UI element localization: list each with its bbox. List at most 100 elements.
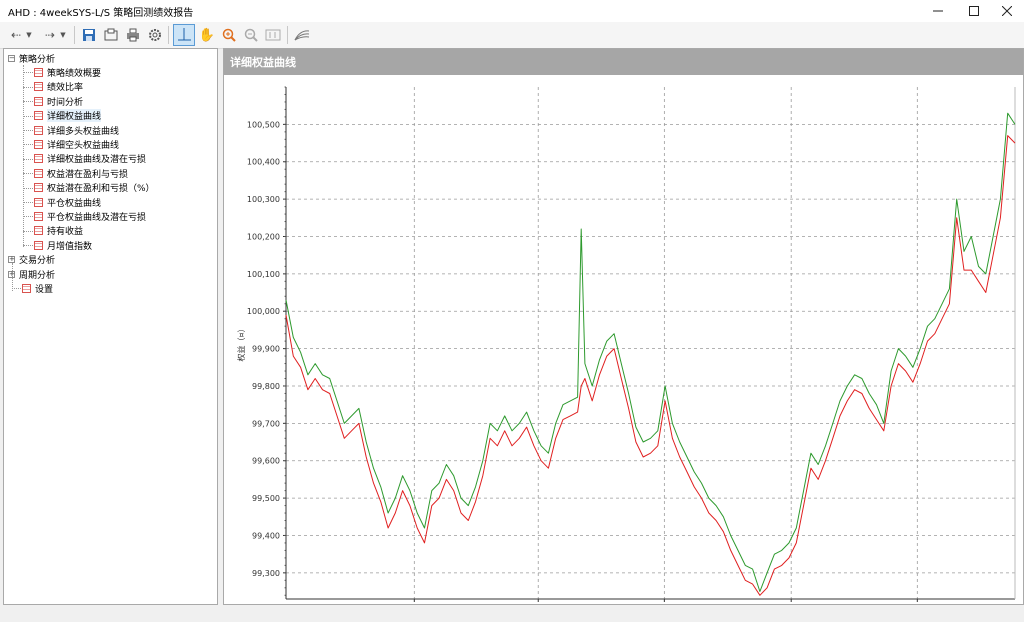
crosshair-tool-button[interactable]: [173, 24, 195, 46]
print-button[interactable]: [123, 25, 143, 45]
chevron-down-icon: ▼: [60, 31, 66, 39]
tree-item-12[interactable]: 持有收益: [34, 224, 83, 238]
arrow-left-icon: ⇠: [10, 28, 22, 42]
report-page-icon: [34, 226, 43, 236]
tree-item-label: 持有收益: [47, 227, 84, 238]
tree-item-4[interactable]: 详细权益曲线: [34, 109, 102, 123]
series-line-low: [285, 135, 1016, 596]
forward-button[interactable]: ⇢: [40, 25, 60, 45]
report-page-icon: [34, 211, 43, 221]
chevron-down-icon: ▼: [26, 31, 32, 39]
tree-connector: [12, 288, 21, 290]
tree-connector: [23, 144, 33, 146]
toolbar-separator: [168, 26, 169, 44]
pan-tool-button[interactable]: ✋: [197, 25, 217, 45]
status-bar: [0, 605, 1024, 622]
crosshair-icon: [178, 28, 191, 41]
y-tick-label: 99,700: [252, 419, 280, 428]
y-tick-label: 99,800: [252, 382, 280, 391]
chart-style-icon: [294, 30, 310, 41]
tree-item-2[interactable]: 绩效比率: [34, 80, 83, 94]
save-button[interactable]: [79, 25, 99, 45]
export-icon: [104, 28, 118, 41]
gear-icon: [149, 29, 161, 41]
tree-item-label: 交易分析: [19, 256, 56, 267]
tree-item-3[interactable]: 时间分析: [34, 94, 83, 108]
tree-item-label: 设置: [35, 284, 54, 295]
tree-connector: [23, 65, 24, 247]
tree-item-label: 策略绩效概要: [47, 68, 102, 79]
report-page-icon: [34, 139, 43, 149]
y-tick-label: 100,000: [247, 307, 280, 316]
equity-curve-chart[interactable]: 99,300 99,400 99,500 99,600 99,700 99,800 99,9…: [224, 75, 1023, 604]
series-line-high: [285, 112, 1016, 592]
report-page-icon: [34, 96, 43, 106]
tree-connector: [23, 173, 33, 175]
tree-group-period-analysis[interactable]: + 周期分析: [8, 267, 55, 281]
y-tick-label: 100,500: [247, 120, 280, 129]
tree-connector: [23, 216, 33, 218]
tree-item-6[interactable]: 详细空头权益曲线: [34, 137, 119, 151]
tree-connector: [23, 130, 33, 131]
tree-item-7[interactable]: 详细权益曲线及潜在亏损: [34, 152, 146, 166]
y-tick-label: 100,100: [247, 270, 280, 279]
collapse-icon[interactable]: −: [8, 54, 15, 62]
tree-item-label: 权益潜在盈利与亏损: [47, 169, 129, 180]
tree-item-label: 平仓权益曲线及潜在亏损: [47, 212, 147, 223]
tree-item-label: 周期分析: [19, 270, 56, 281]
toolbar-separator: [74, 26, 75, 44]
tree-item-5[interactable]: 详细多头权益曲线: [34, 123, 119, 137]
tree-item-label: 权益潜在盈利和亏损（%）: [47, 184, 155, 195]
report-tree: − 策略分析策略绩效概要 绩效比率 时间分析 详细权益曲线 详细多头权益曲线 详细空头权益曲…: [3, 48, 218, 605]
tree-item-11[interactable]: 平仓权益曲线及潜在亏损: [34, 209, 146, 223]
window-title: AHD : 4weekSYS-L/S 策略回测绩效报告: [8, 8, 194, 19]
toolbar: ⇠ ▼ ⇢ ▼ ✋: [0, 22, 1024, 49]
report-page-icon: [34, 125, 43, 135]
forward-dropdown[interactable]: ▼: [58, 25, 68, 45]
title-bar: AHD : 4weekSYS-L/S 策略回测绩效报告: [0, 0, 1024, 22]
report-page-icon: [34, 67, 43, 77]
tree-connector: [23, 115, 33, 117]
tree-item-label: 详细权益曲线及潜在亏损: [47, 155, 147, 166]
zoom-out-button[interactable]: [241, 25, 261, 45]
report-page-icon: [34, 154, 43, 164]
report-page-icon: [22, 283, 31, 293]
close-button[interactable]: [990, 0, 1024, 22]
tree-connector: [23, 86, 33, 88]
minimize-button[interactable]: [921, 0, 955, 22]
actual-size-icon: [265, 29, 281, 41]
tree-connector: [23, 230, 33, 232]
tree-connector: [23, 101, 33, 103]
tree-item-10[interactable]: 平仓权益曲线: [34, 195, 101, 209]
save-icon: [83, 29, 95, 41]
settings-button[interactable]: [145, 25, 165, 45]
tree-item-label: 月增值指数: [47, 241, 93, 252]
chart-style-button[interactable]: [292, 25, 312, 45]
report-page-icon: [34, 197, 43, 207]
panel-header: 详细权益曲线: [224, 49, 1023, 75]
tree-item-1[interactable]: 策略绩效概要: [34, 65, 101, 79]
export-button[interactable]: [101, 25, 121, 45]
y-tick-label: 100,400: [247, 158, 280, 167]
zoom-in-button[interactable]: [219, 25, 239, 45]
maximize-icon: [969, 6, 979, 16]
print-icon: [127, 28, 139, 42]
y-tick-label: 99,900: [252, 345, 280, 354]
toolbar-separator: [287, 26, 288, 44]
back-button[interactable]: ⇠: [6, 25, 26, 45]
back-dropdown[interactable]: ▼: [24, 25, 34, 45]
maximize-button[interactable]: [957, 0, 991, 22]
tree-item-8[interactable]: 权益潜在盈利与亏损: [34, 166, 128, 180]
tree-group-strategy-analysis[interactable]: − 策略分析: [8, 51, 55, 65]
actual-size-button[interactable]: [263, 25, 283, 45]
y-tick-label: 99,600: [252, 457, 280, 466]
tree-item-9[interactable]: 权益潜在盈利和亏损（%）: [34, 181, 155, 195]
tree-group-trade-analysis[interactable]: + 交易分析: [8, 253, 55, 267]
tree-item-settings[interactable]: 设置: [22, 281, 53, 295]
y-tick-label: 99,300: [252, 569, 280, 578]
tree-connector: [23, 187, 33, 189]
hand-icon: ✋: [198, 27, 216, 43]
tree-item-13[interactable]: 月增值指数: [34, 238, 92, 252]
report-page-icon: [34, 168, 43, 178]
tree-item-label: 平仓权益曲线: [47, 198, 102, 209]
